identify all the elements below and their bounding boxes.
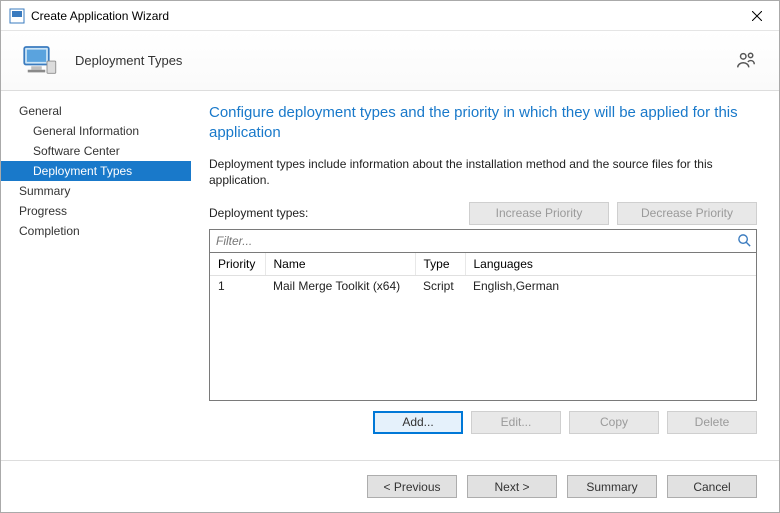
next-button[interactable]: Next > [467,475,557,498]
sidebar-item-completion[interactable]: Completion [1,221,191,241]
deployment-types-grid[interactable]: Priority Name Type Languages 1 Mail Merg… [209,253,757,401]
edit-button[interactable]: Edit... [471,411,561,434]
body: General General Information Software Cen… [1,91,779,460]
sidebar-item-summary[interactable]: Summary [1,181,191,201]
titlebar: Create Application Wizard [1,1,779,31]
banner-subtitle: Deployment Types [75,53,182,68]
cell-type: Script [415,275,465,296]
cell-priority: 1 [210,275,265,296]
sidebar-item-progress[interactable]: Progress [1,201,191,221]
row-action-buttons: Add... Edit... Copy Delete [209,411,757,434]
decrease-priority-button[interactable]: Decrease Priority [617,202,757,225]
table-row[interactable]: 1 Mail Merge Toolkit (x64) Script Englis… [210,275,756,296]
page-description: Deployment types include information abo… [209,156,757,188]
window-title: Create Application Wizard [31,9,734,23]
table-header-row: Priority Name Type Languages [210,253,756,276]
wizard-window: Create Application Wizard Deployment Typ… [0,0,780,513]
filter-wrap [209,229,757,253]
sidebar-item-deployment-types[interactable]: Deployment Types [1,161,191,181]
app-icon [9,8,25,24]
delete-button[interactable]: Delete [667,411,757,434]
sidebar: General General Information Software Cen… [1,91,191,460]
summary-button[interactable]: Summary [567,475,657,498]
previous-button[interactable]: < Previous [367,475,457,498]
col-priority[interactable]: Priority [210,253,265,276]
col-type[interactable]: Type [415,253,465,276]
banner: Deployment Types [1,31,779,91]
sidebar-item-general-information[interactable]: General Information [1,121,191,141]
page-headline: Configure deployment types and the prior… [209,103,757,144]
filter-input[interactable] [209,229,757,253]
sidebar-item-general[interactable]: General [1,101,191,121]
deployment-types-label: Deployment types: [209,206,308,220]
cancel-button[interactable]: Cancel [667,475,757,498]
close-button[interactable] [734,1,779,31]
col-languages[interactable]: Languages [465,253,756,276]
cell-name: Mail Merge Toolkit (x64) [265,275,415,296]
content-pane: Configure deployment types and the prior… [191,91,779,460]
deployment-types-header-row: Deployment types: Increase Priority Decr… [209,202,757,225]
cell-languages: English,German [465,275,756,296]
increase-priority-button[interactable]: Increase Priority [469,202,609,225]
copy-button[interactable]: Copy [569,411,659,434]
sidebar-item-software-center[interactable]: Software Center [1,141,191,161]
people-icon [735,49,757,71]
computer-icon [19,40,61,82]
add-button[interactable]: Add... [373,411,463,434]
footer: < Previous Next > Summary Cancel [1,460,779,512]
col-name[interactable]: Name [265,253,415,276]
